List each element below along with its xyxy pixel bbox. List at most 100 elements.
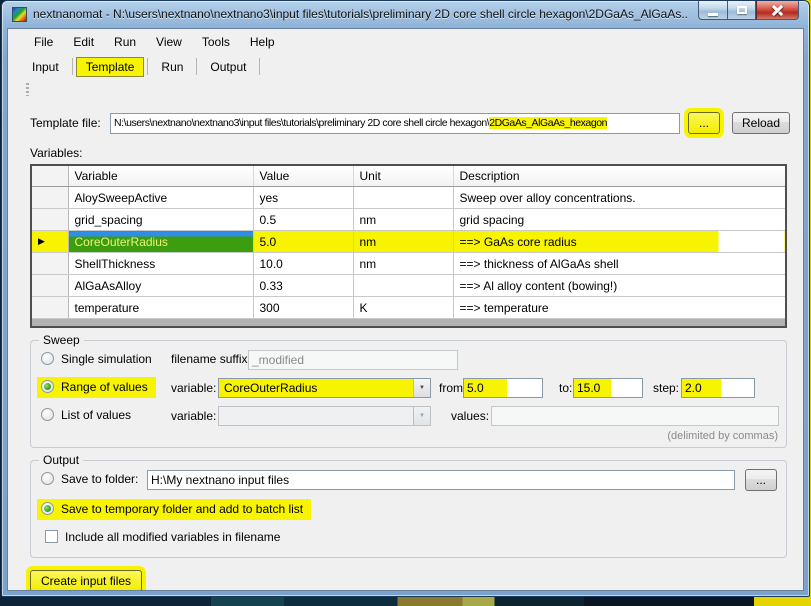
filename-suffix-input[interactable]: _modified <box>248 350 458 370</box>
cell-unit[interactable] <box>353 275 453 297</box>
col-variable[interactable]: Variable <box>68 165 253 187</box>
range-variable-value: CoreOuterRadius <box>219 379 413 397</box>
menubar: File Edit Run View Tools Help <box>8 29 803 54</box>
cell-description[interactable]: Sweep over alloy concentrations. <box>453 187 786 209</box>
cell-variable[interactable]: grid_spacing <box>68 209 253 231</box>
template-file-path: N:\users\nextnano\nextnano3\input files\… <box>114 117 489 129</box>
cell-variable[interactable]: AloySweepActive <box>68 187 253 209</box>
cell-unit[interactable]: nm <box>353 231 453 253</box>
range-of-values-radio[interactable] <box>41 380 54 393</box>
include-variables-checkbox[interactable] <box>45 530 58 543</box>
tabstrip: Input Template Run Output <box>8 54 803 79</box>
save-temp-batch-option[interactable]: Save to temporary folder and add to batc… <box>37 499 311 520</box>
range-variable-label: variable: <box>171 381 216 395</box>
menu-run[interactable]: Run <box>104 32 146 52</box>
cell-unit[interactable]: K <box>353 297 453 319</box>
col-value[interactable]: Value <box>253 165 353 187</box>
create-input-files-button[interactable]: Create input files <box>30 570 142 592</box>
toolbar-grip-icon[interactable] <box>26 83 29 96</box>
values-label: values: <box>451 409 489 423</box>
create-row: Create input files <box>30 570 803 592</box>
template-file-label: Template file: <box>30 116 102 130</box>
cell-value[interactable]: 300 <box>253 297 353 319</box>
range-of-values-option[interactable]: Range of values <box>37 377 156 398</box>
cell-value[interactable]: 5.0 <box>253 231 353 253</box>
table-row-selected[interactable]: ▶ CoreOuterRadius 5.0 nm ==> GaAs core r… <box>31 231 786 253</box>
cell-unit[interactable]: nm <box>353 253 453 275</box>
single-simulation-option[interactable]: Single simulation <box>37 349 160 370</box>
list-of-values-option[interactable]: List of values <box>37 405 139 426</box>
cell-variable[interactable]: AlGaAsAlloy <box>68 275 253 297</box>
single-simulation-radio[interactable] <box>41 352 54 365</box>
table-row[interactable]: AloySweepActive yes Sweep over alloy con… <box>31 187 786 209</box>
values-input[interactable] <box>491 406 779 426</box>
menu-view[interactable]: View <box>146 32 192 52</box>
tab-output[interactable]: Output <box>200 57 256 77</box>
output-groupbox: Output Save to folder: H:\My nextnano in… <box>30 460 787 558</box>
menu-file[interactable]: File <box>24 32 63 52</box>
list-variable-value <box>219 407 413 425</box>
table-row[interactable]: AlGaAsAlloy 0.33 ==> Al alloy content (b… <box>31 275 786 297</box>
include-variables-option[interactable]: Include all modified variables in filena… <box>41 527 288 548</box>
variables-label: Variables: <box>30 146 803 160</box>
table-row[interactable]: ShellThickness 10.0 nm ==> thickness of … <box>31 253 786 275</box>
cell-description[interactable]: grid spacing <box>453 209 786 231</box>
tab-separator <box>147 58 148 75</box>
tab-run[interactable]: Run <box>151 57 193 77</box>
cell-variable[interactable]: temperature <box>68 297 253 319</box>
row-gutter <box>31 297 68 319</box>
save-to-folder-option[interactable]: Save to folder: <box>37 469 146 490</box>
tab-template[interactable]: Template <box>76 57 145 77</box>
cell-unit[interactable]: nm <box>353 209 453 231</box>
cell-variable[interactable]: CoreOuterRadius <box>68 231 253 253</box>
cell-value[interactable]: yes <box>253 187 353 209</box>
sweep-groupbox: Sweep Single simulation filename suffix:… <box>30 340 787 448</box>
minimize-button[interactable] <box>698 1 727 20</box>
step-input[interactable]: 2.0 <box>681 378 755 398</box>
list-of-values-label: List of values <box>61 408 131 422</box>
cell-variable[interactable]: ShellThickness <box>68 253 253 275</box>
list-of-values-radio[interactable] <box>41 408 54 421</box>
table-header-row: Variable Value Unit Description <box>31 165 786 187</box>
menu-help[interactable]: Help <box>240 32 285 52</box>
titlebar[interactable]: nextnanomat - N:\users\nextnano\nextnano… <box>2 1 809 27</box>
row-gutter <box>31 209 68 231</box>
cell-value[interactable]: 0.33 <box>253 275 353 297</box>
reload-button[interactable]: Reload <box>732 112 790 134</box>
save-to-folder-label: Save to folder: <box>61 472 138 486</box>
save-to-folder-radio[interactable] <box>41 472 54 485</box>
output-folder-input[interactable]: H:\My nextnano input files <box>147 470 735 490</box>
table-row[interactable]: grid_spacing 0.5 nm grid spacing <box>31 209 786 231</box>
template-file-name-highlight: 2DGaAs_AlGaAs_hexagon <box>489 117 607 129</box>
from-input[interactable]: 5.0 <box>463 378 543 398</box>
to-input[interactable]: 15.0 <box>573 378 643 398</box>
tab-separator <box>259 58 260 75</box>
browse-folder-button[interactable]: ... <box>745 469 777 491</box>
save-temp-batch-radio[interactable] <box>41 502 54 515</box>
col-unit[interactable]: Unit <box>353 165 453 187</box>
range-variable-combobox[interactable]: CoreOuterRadius ▼ <box>218 378 431 398</box>
cell-description[interactable]: ==> Al alloy content (bowing!) <box>453 275 786 297</box>
cell-value[interactable]: 0.5 <box>253 209 353 231</box>
row-gutter <box>31 253 68 275</box>
table-filler-strip <box>31 319 786 327</box>
toolbar <box>8 79 803 100</box>
menu-edit[interactable]: Edit <box>63 32 104 52</box>
step-label: step: <box>653 381 679 395</box>
cell-value[interactable]: 10.0 <box>253 253 353 275</box>
close-button[interactable] <box>756 1 799 20</box>
table-row[interactable]: temperature 300 K ==> temperature <box>31 297 786 319</box>
maximize-button[interactable] <box>727 1 756 20</box>
col-description[interactable]: Description <box>453 165 786 187</box>
tab-input[interactable]: Input <box>22 57 69 77</box>
cell-description[interactable]: ==> GaAs core radius <box>453 231 786 253</box>
window-title: nextnanomat - N:\users\nextnano\nextnano… <box>33 7 689 21</box>
cell-unit[interactable] <box>353 187 453 209</box>
chevron-down-icon[interactable]: ▼ <box>413 379 430 397</box>
browse-template-button[interactable]: ... <box>688 112 720 134</box>
template-file-input[interactable]: N:\users\nextnano\nextnano3\input files\… <box>110 113 680 134</box>
cell-description[interactable]: ==> thickness of AlGaAs shell <box>453 253 786 275</box>
menu-tools[interactable]: Tools <box>192 32 240 52</box>
list-variable-combobox[interactable]: ▼ <box>218 406 431 426</box>
cell-description[interactable]: ==> temperature <box>453 297 786 319</box>
